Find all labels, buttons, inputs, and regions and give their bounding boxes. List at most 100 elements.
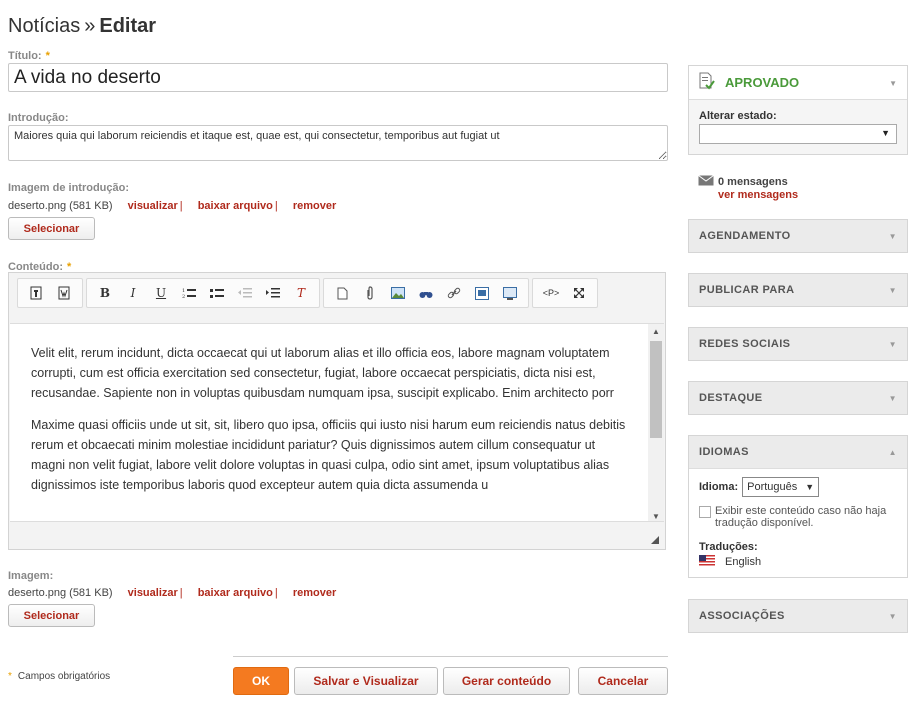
pipe-separator: | [274,587,278,599]
preview-icon[interactable] [498,282,522,304]
footer-divider [233,656,668,657]
required-fields-note: * Campos obrigatórios [8,671,111,682]
intro-image-select-button[interactable]: Selecionar [8,217,95,240]
intro-image-label: Imagem de introdução: [8,182,130,194]
find-icon[interactable] [414,282,438,304]
status-panel: APROVADO ▼ Alterar estado: ▼ [688,65,908,155]
chevron-down-icon[interactable]: ▼ [889,394,897,403]
chevron-down-icon[interactable]: ▼ [889,286,897,295]
panel-title: DESTAQUE [699,392,763,404]
bullet-list-icon[interactable] [205,282,229,304]
status-body: Alterar estado: ▼ [689,100,907,154]
translation-item-english[interactable]: English [699,555,897,569]
pipe-separator: | [179,587,183,599]
breadcrumb-current: Editar [99,15,157,37]
ok-button[interactable]: OK [233,667,289,695]
source-button[interactable]: <P> [539,282,563,304]
image-file-row: deserto.png (581 KB) visualizar | baixar … [8,587,336,599]
image-view-link[interactable]: visualizar [128,587,178,599]
editor-content-area[interactable]: Velit elit, rerum incidunt, dicta occaec… [10,323,664,522]
generate-content-button[interactable]: Gerar conteúdo [443,667,570,695]
attachment-icon[interactable] [358,282,382,304]
bold-button[interactable]: B [93,282,117,304]
image-icon[interactable] [386,282,410,304]
messages-block: 0 mensagens ver mensagens [698,175,798,201]
intro-label: Introdução: [8,112,69,124]
content-paragraph: Maxime quasi officiis unde ut sit, sit, … [31,418,626,492]
chevron-down-icon[interactable]: ▼ [889,612,897,621]
chevron-down-icon[interactable]: ▼ [889,79,897,88]
panel-agendamento[interactable]: AGENDAMENTO ▼ [688,219,908,253]
status-header[interactable]: APROVADO ▼ [689,66,907,100]
word-paste-icon[interactable] [52,282,76,304]
intro-image-remove-link[interactable]: remover [293,200,336,212]
intro-image-file-row: deserto.png (581 KB) visualizar | baixar … [8,200,336,212]
show-unavailable-label: Exibir este conteúdo caso não haja tradu… [715,505,887,529]
underline-button[interactable]: U [149,282,173,304]
scroll-up-arrow-icon[interactable]: ▲ [648,324,664,338]
panel-title: AGENDAMENTO [699,230,791,242]
panel-destaque[interactable]: DESTAQUE ▼ [688,381,908,415]
panel-title: REDES SOCIAIS [699,338,791,350]
change-state-select[interactable]: ▼ [699,124,897,144]
toolbar-group-templates [17,278,83,308]
languages-body: Idioma: Português ▼ Exibir este conteúdo … [689,468,907,577]
view-messages-link[interactable]: ver mensagens [718,189,798,201]
panel-title: IDIOMAS [699,446,749,458]
breadcrumb-separator: » [84,15,96,37]
maximize-icon[interactable] [567,282,591,304]
save-preview-button[interactable]: Salvar e Visualizar [294,667,438,695]
breadcrumb-section[interactable]: Notícias [8,15,80,37]
new-page-icon[interactable] [330,282,354,304]
panel-title: ASSOCIAÇÕES [699,610,785,622]
panel-idiomas: IDIOMAS ▲ Idioma: Português ▼ Exibir este … [688,435,908,578]
status-value: APROVADO [725,75,800,90]
panel-redes-sociais[interactable]: REDES SOCIAIS ▼ [688,327,908,361]
indent-icon[interactable] [261,282,285,304]
intro-textarea[interactable]: Maiores quia qui laborum reiciendis et i… [8,125,668,161]
chevron-down-icon: ▼ [805,482,815,492]
image-download-link[interactable]: baixar arquivo [198,587,273,599]
required-marker: * [45,50,50,62]
translation-label: English [725,556,762,568]
outdent-icon[interactable] [233,282,257,304]
pipe-separator: | [179,200,183,212]
link-icon[interactable] [442,282,466,304]
language-label: Idioma: [699,481,739,493]
panel-publicar-para[interactable]: PUBLICAR PARA ▼ [688,273,908,307]
template-icon[interactable] [24,282,48,304]
pipe-separator: | [274,200,278,212]
show-unavailable-checkbox[interactable] [699,506,711,518]
intro-image-view-link[interactable]: visualizar [128,200,178,212]
chevron-down-icon[interactable]: ▼ [889,232,897,241]
scrollbar-thumb[interactable] [650,341,662,438]
cancel-button[interactable]: Cancelar [578,667,668,695]
numbered-list-icon[interactable]: 12 [177,282,201,304]
intro-image-download-link[interactable]: baixar arquivo [198,200,273,212]
change-state-label: Alterar estado: [699,110,777,122]
messages-count: 0 mensagens [698,175,798,189]
language-select[interactable]: Português ▼ [742,477,820,497]
panel-associacoes[interactable]: ASSOCIAÇÕES ▼ [688,599,908,633]
editor-toolbar: B I U 12 T <P> [17,278,598,308]
image-select-button[interactable]: Selecionar [8,604,95,627]
remove-format-button[interactable]: T [289,282,313,304]
image-label: Imagem: [8,570,54,582]
resize-grip-icon[interactable] [651,536,659,544]
chevron-down-icon[interactable]: ▼ [889,340,897,349]
panel-idiomas-header[interactable]: IDIOMAS ▲ [689,436,907,468]
content-paragraph: Velit elit, rerum incidunt, dicta occaec… [31,346,614,400]
chevron-down-icon: ▼ [881,128,890,138]
italic-button[interactable]: I [121,282,145,304]
title-label: Título: * [8,50,50,62]
chevron-up-icon[interactable]: ▲ [889,448,897,457]
image-remove-link[interactable]: remover [293,587,336,599]
scroll-down-arrow-icon[interactable]: ▼ [648,509,664,521]
toolbar-group-view: <P> [532,278,598,308]
title-input[interactable] [8,63,668,92]
editor-content-text[interactable]: Velit elit, rerum incidunt, dicta occaec… [31,343,627,507]
editor-scrollbar[interactable]: ▲ ▼ [648,324,664,521]
embed-media-icon[interactable] [470,282,494,304]
us-flag-icon [699,555,715,569]
rich-text-editor: B I U 12 T <P> Velit elit, rerum incidun… [8,272,666,550]
